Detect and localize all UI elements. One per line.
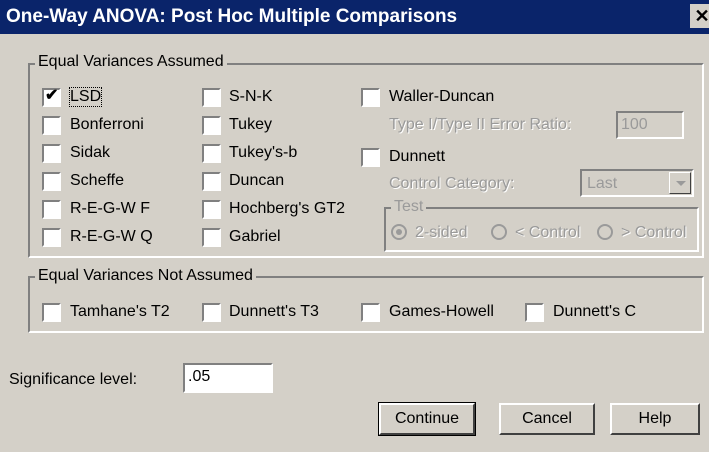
duncan-checkbox[interactable] bbox=[202, 172, 221, 191]
snk-label[interactable]: S-N-K bbox=[229, 88, 273, 106]
greater-control-radio[interactable] bbox=[597, 224, 613, 240]
snk-checkbox[interactable] bbox=[202, 88, 221, 107]
help-button[interactable]: Help bbox=[610, 403, 700, 435]
error-ratio-label: Type I/Type II Error Ratio: bbox=[389, 116, 572, 133]
dunnett-checkbox[interactable] bbox=[361, 148, 380, 167]
cancel-button[interactable]: Cancel bbox=[499, 403, 595, 435]
control-category-select[interactable]: Last bbox=[580, 169, 694, 197]
post-hoc-dialog: One-Way ANOVA: Post Hoc Multiple Compari… bbox=[0, 0, 709, 452]
dunnetts-t3-label[interactable]: Dunnett's T3 bbox=[229, 303, 319, 321]
dunnetts-c-label[interactable]: Dunnett's C bbox=[553, 303, 636, 321]
bonferroni-checkbox[interactable] bbox=[42, 116, 61, 135]
greater-control-label[interactable]: > Control bbox=[621, 224, 686, 242]
regwq-label[interactable]: R-E-G-W Q bbox=[70, 228, 153, 246]
regwf-label[interactable]: R-E-G-W F bbox=[70, 200, 150, 218]
waller-duncan-checkbox[interactable] bbox=[361, 88, 380, 107]
lsd-checkbox[interactable]: ✔ bbox=[42, 87, 61, 107]
lsd-label[interactable]: LSD bbox=[68, 87, 103, 107]
sidak-checkbox[interactable] bbox=[42, 144, 61, 163]
two-sided-label[interactable]: 2-sided bbox=[415, 224, 467, 242]
check-icon: ✔ bbox=[45, 87, 59, 104]
dropdown-arrow-icon[interactable] bbox=[669, 172, 691, 194]
gabriel-label[interactable]: Gabriel bbox=[229, 228, 281, 246]
control-category-label: Control Category: bbox=[389, 175, 515, 192]
hochberg-checkbox[interactable] bbox=[202, 200, 221, 219]
games-howell-checkbox[interactable] bbox=[361, 303, 380, 322]
equal-variances-not-assumed-legend: Equal Variances Not Assumed bbox=[35, 267, 256, 285]
title-bar: One-Way ANOVA: Post Hoc Multiple Compari… bbox=[0, 0, 709, 34]
sidak-label[interactable]: Sidak bbox=[70, 144, 110, 162]
tamhane-label[interactable]: Tamhane's T2 bbox=[70, 303, 170, 321]
equal-variances-assumed-legend: Equal Variances Assumed bbox=[35, 53, 227, 71]
bonferroni-label[interactable]: Bonferroni bbox=[70, 116, 144, 134]
regwq-checkbox[interactable] bbox=[42, 228, 61, 247]
scheffe-checkbox[interactable] bbox=[42, 172, 61, 191]
hochberg-label[interactable]: Hochberg's GT2 bbox=[229, 200, 345, 218]
tukey-label[interactable]: Tukey bbox=[229, 116, 272, 134]
regwf-checkbox[interactable] bbox=[42, 200, 61, 219]
significance-level-input[interactable]: .05 bbox=[183, 363, 273, 393]
waller-duncan-label[interactable]: Waller-Duncan bbox=[389, 88, 494, 106]
control-category-value: Last bbox=[587, 175, 618, 192]
games-howell-label[interactable]: Games-Howell bbox=[389, 303, 494, 321]
gabriel-checkbox[interactable] bbox=[202, 228, 221, 247]
error-ratio-field[interactable]: 100 bbox=[616, 111, 684, 139]
continue-button[interactable]: Continue bbox=[378, 402, 476, 436]
window-title: One-Way ANOVA: Post Hoc Multiple Compari… bbox=[6, 6, 458, 27]
less-control-label[interactable]: < Control bbox=[515, 224, 580, 242]
tamhane-checkbox[interactable] bbox=[42, 303, 61, 322]
significance-level-label: Significance level: bbox=[9, 371, 138, 388]
tukey-checkbox[interactable] bbox=[202, 116, 221, 135]
dunnett-label[interactable]: Dunnett bbox=[389, 148, 445, 166]
two-sided-radio[interactable] bbox=[391, 224, 407, 240]
tukeys-b-checkbox[interactable] bbox=[202, 144, 221, 163]
test-legend: Test bbox=[391, 198, 427, 216]
scheffe-label[interactable]: Scheffe bbox=[70, 172, 124, 190]
duncan-label[interactable]: Duncan bbox=[229, 172, 284, 190]
dunnetts-t3-checkbox[interactable] bbox=[202, 303, 221, 322]
less-control-radio[interactable] bbox=[491, 224, 507, 240]
dunnetts-c-checkbox[interactable] bbox=[525, 303, 544, 322]
close-icon[interactable]: ✕ bbox=[690, 4, 709, 28]
tukeys-b-label[interactable]: Tukey's-b bbox=[229, 144, 297, 162]
